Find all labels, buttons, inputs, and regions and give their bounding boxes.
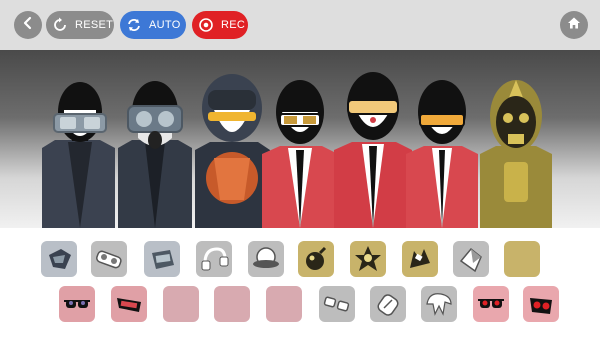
reset-label: RESET — [75, 19, 114, 31]
auto-label: AUTO — [149, 19, 181, 31]
red-sunglasses-icon[interactable] — [473, 286, 509, 322]
crown-icon[interactable] — [402, 241, 438, 277]
performer-4[interactable] — [262, 80, 338, 228]
reset-button[interactable]: RESET — [46, 11, 114, 39]
performer-3[interactable] — [195, 74, 270, 228]
visor-icon[interactable] — [111, 286, 147, 322]
microphone-icon[interactable] — [370, 286, 406, 322]
bomb-icon[interactable] — [298, 241, 334, 277]
rec-button[interactable]: REC — [192, 11, 248, 39]
empty-slot[interactable] — [266, 286, 302, 322]
reset-icon — [52, 17, 68, 33]
goggles-icon[interactable] — [91, 241, 127, 277]
empty-slot[interactable] — [214, 286, 250, 322]
performer-1[interactable] — [42, 82, 115, 228]
top-toolbar: RESET AUTO REC — [0, 0, 600, 50]
empty-slot[interactable] — [504, 241, 540, 277]
home-button[interactable] — [560, 11, 588, 39]
star-icon[interactable] — [350, 241, 386, 277]
helmet-icon[interactable] — [41, 241, 77, 277]
rec-label: REC — [221, 19, 246, 31]
empty-slot[interactable] — [163, 286, 199, 322]
home-icon — [567, 16, 581, 35]
performer-7[interactable] — [480, 80, 552, 228]
record-icon — [198, 17, 214, 33]
performer-stage — [0, 50, 600, 228]
performer-6[interactable] — [406, 80, 478, 228]
hair-icon[interactable] — [421, 286, 457, 322]
red-mask-icon[interactable] — [523, 286, 559, 322]
performer-5[interactable] — [334, 72, 412, 228]
chevron-left-icon — [22, 16, 34, 35]
auto-cycle-icon — [126, 17, 142, 33]
hat-icon[interactable] — [248, 241, 284, 277]
auto-button[interactable]: AUTO — [120, 11, 186, 39]
mask-icon[interactable] — [144, 241, 180, 277]
headphones-icon[interactable] — [196, 241, 232, 277]
glasses-icon[interactable] — [319, 286, 355, 322]
back-button[interactable] — [14, 11, 42, 39]
performer-2[interactable] — [118, 81, 192, 228]
shard-icon[interactable] — [453, 241, 489, 277]
sunglasses-icon[interactable] — [59, 286, 95, 322]
